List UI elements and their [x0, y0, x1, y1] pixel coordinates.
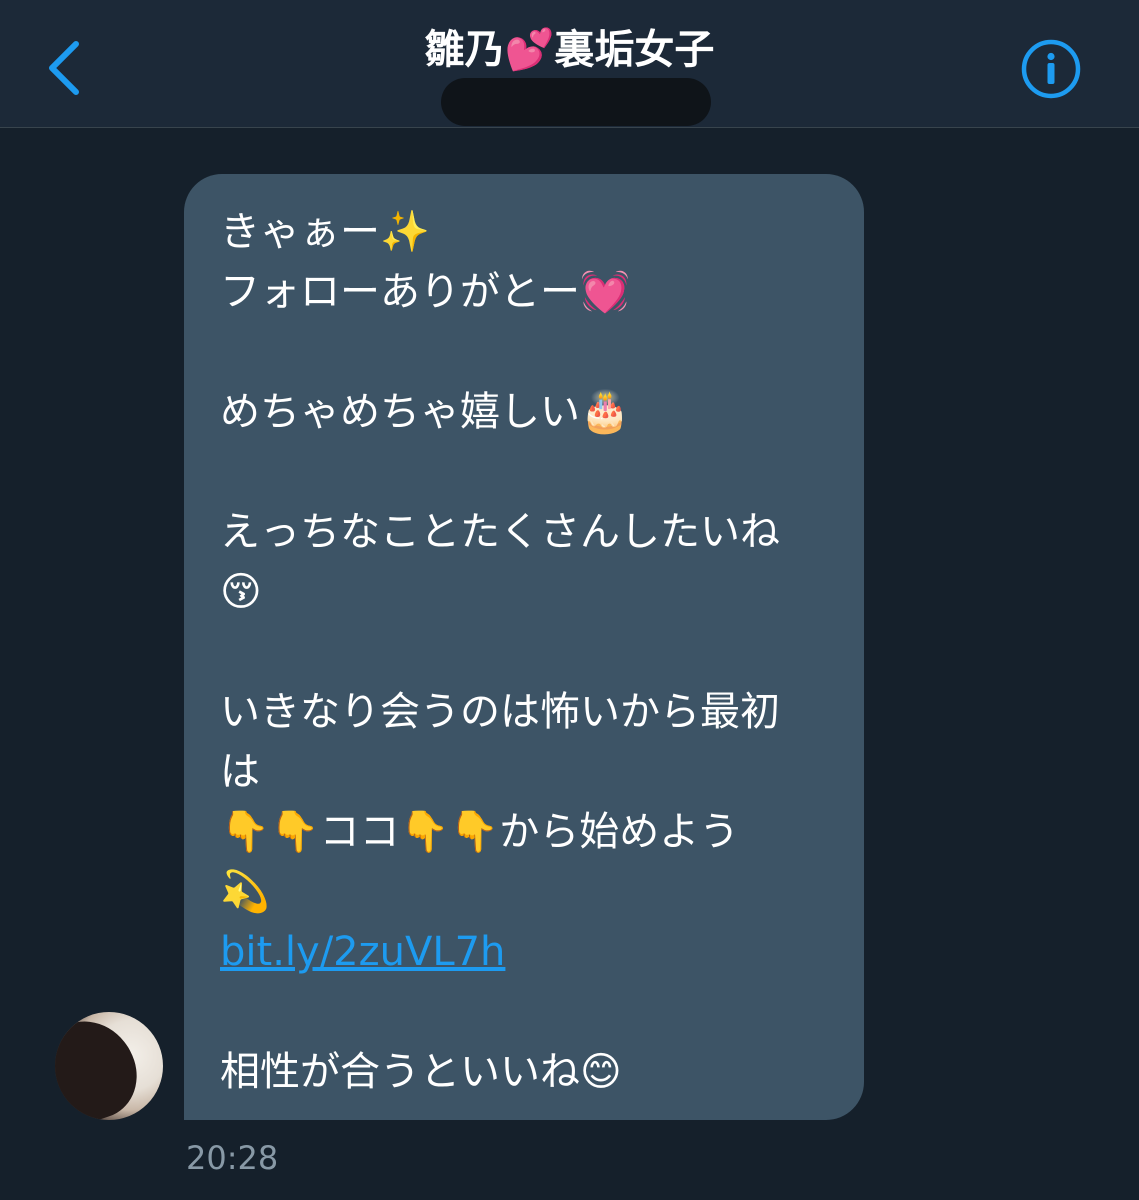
message-bubble[interactable]: きゃぁー✨ フォローありがとー💓 めちゃめちゃ嬉しい🎂 えっちなことたくさんした… [184, 174, 864, 1120]
message-line: えっちなことたくさんしたいね [220, 509, 780, 555]
message-line: 👇👇ココ👇👇から始めよう [220, 809, 740, 855]
message-line [220, 322, 834, 382]
message-line: は [220, 749, 260, 795]
conversation-header: 雛乃💕裏垢女子 [0, 0, 1139, 128]
sender-avatar[interactable] [55, 1012, 163, 1120]
message-line [220, 622, 834, 682]
message-line [220, 442, 834, 502]
message-link[interactable]: bit.ly/2zuVL7h [220, 929, 505, 975]
message-line: きゃぁー✨ [220, 209, 430, 255]
message-timestamp: 20:28 [186, 1139, 279, 1177]
dm-conversation-screen: 雛乃💕裏垢女子 きゃぁー✨ フォローありがとー💓 めちゃめちゃ嬉しい🎂 えっちな… [0, 0, 1139, 1200]
message-closing-line: 相性が合うといいね😊 [220, 1049, 622, 1095]
message-line: いきなり会うのは怖いから最初 [220, 689, 780, 735]
message-line: 💫 [220, 869, 270, 915]
redacted-username [441, 78, 711, 126]
conversation-title[interactable]: 雛乃💕裏垢女子 [0, 22, 1139, 78]
message-line: 😚 [220, 569, 262, 615]
message-link-line: bit.ly/2zuVL7h [220, 922, 834, 982]
info-circle-icon [1021, 39, 1081, 99]
avatar-hair [55, 1012, 149, 1120]
message-line: めちゃめちゃ嬉しい🎂 [220, 389, 630, 435]
info-button[interactable] [1020, 38, 1082, 100]
message-spacer [220, 982, 834, 1042]
message-line: フォローありがとー💓 [220, 269, 630, 315]
